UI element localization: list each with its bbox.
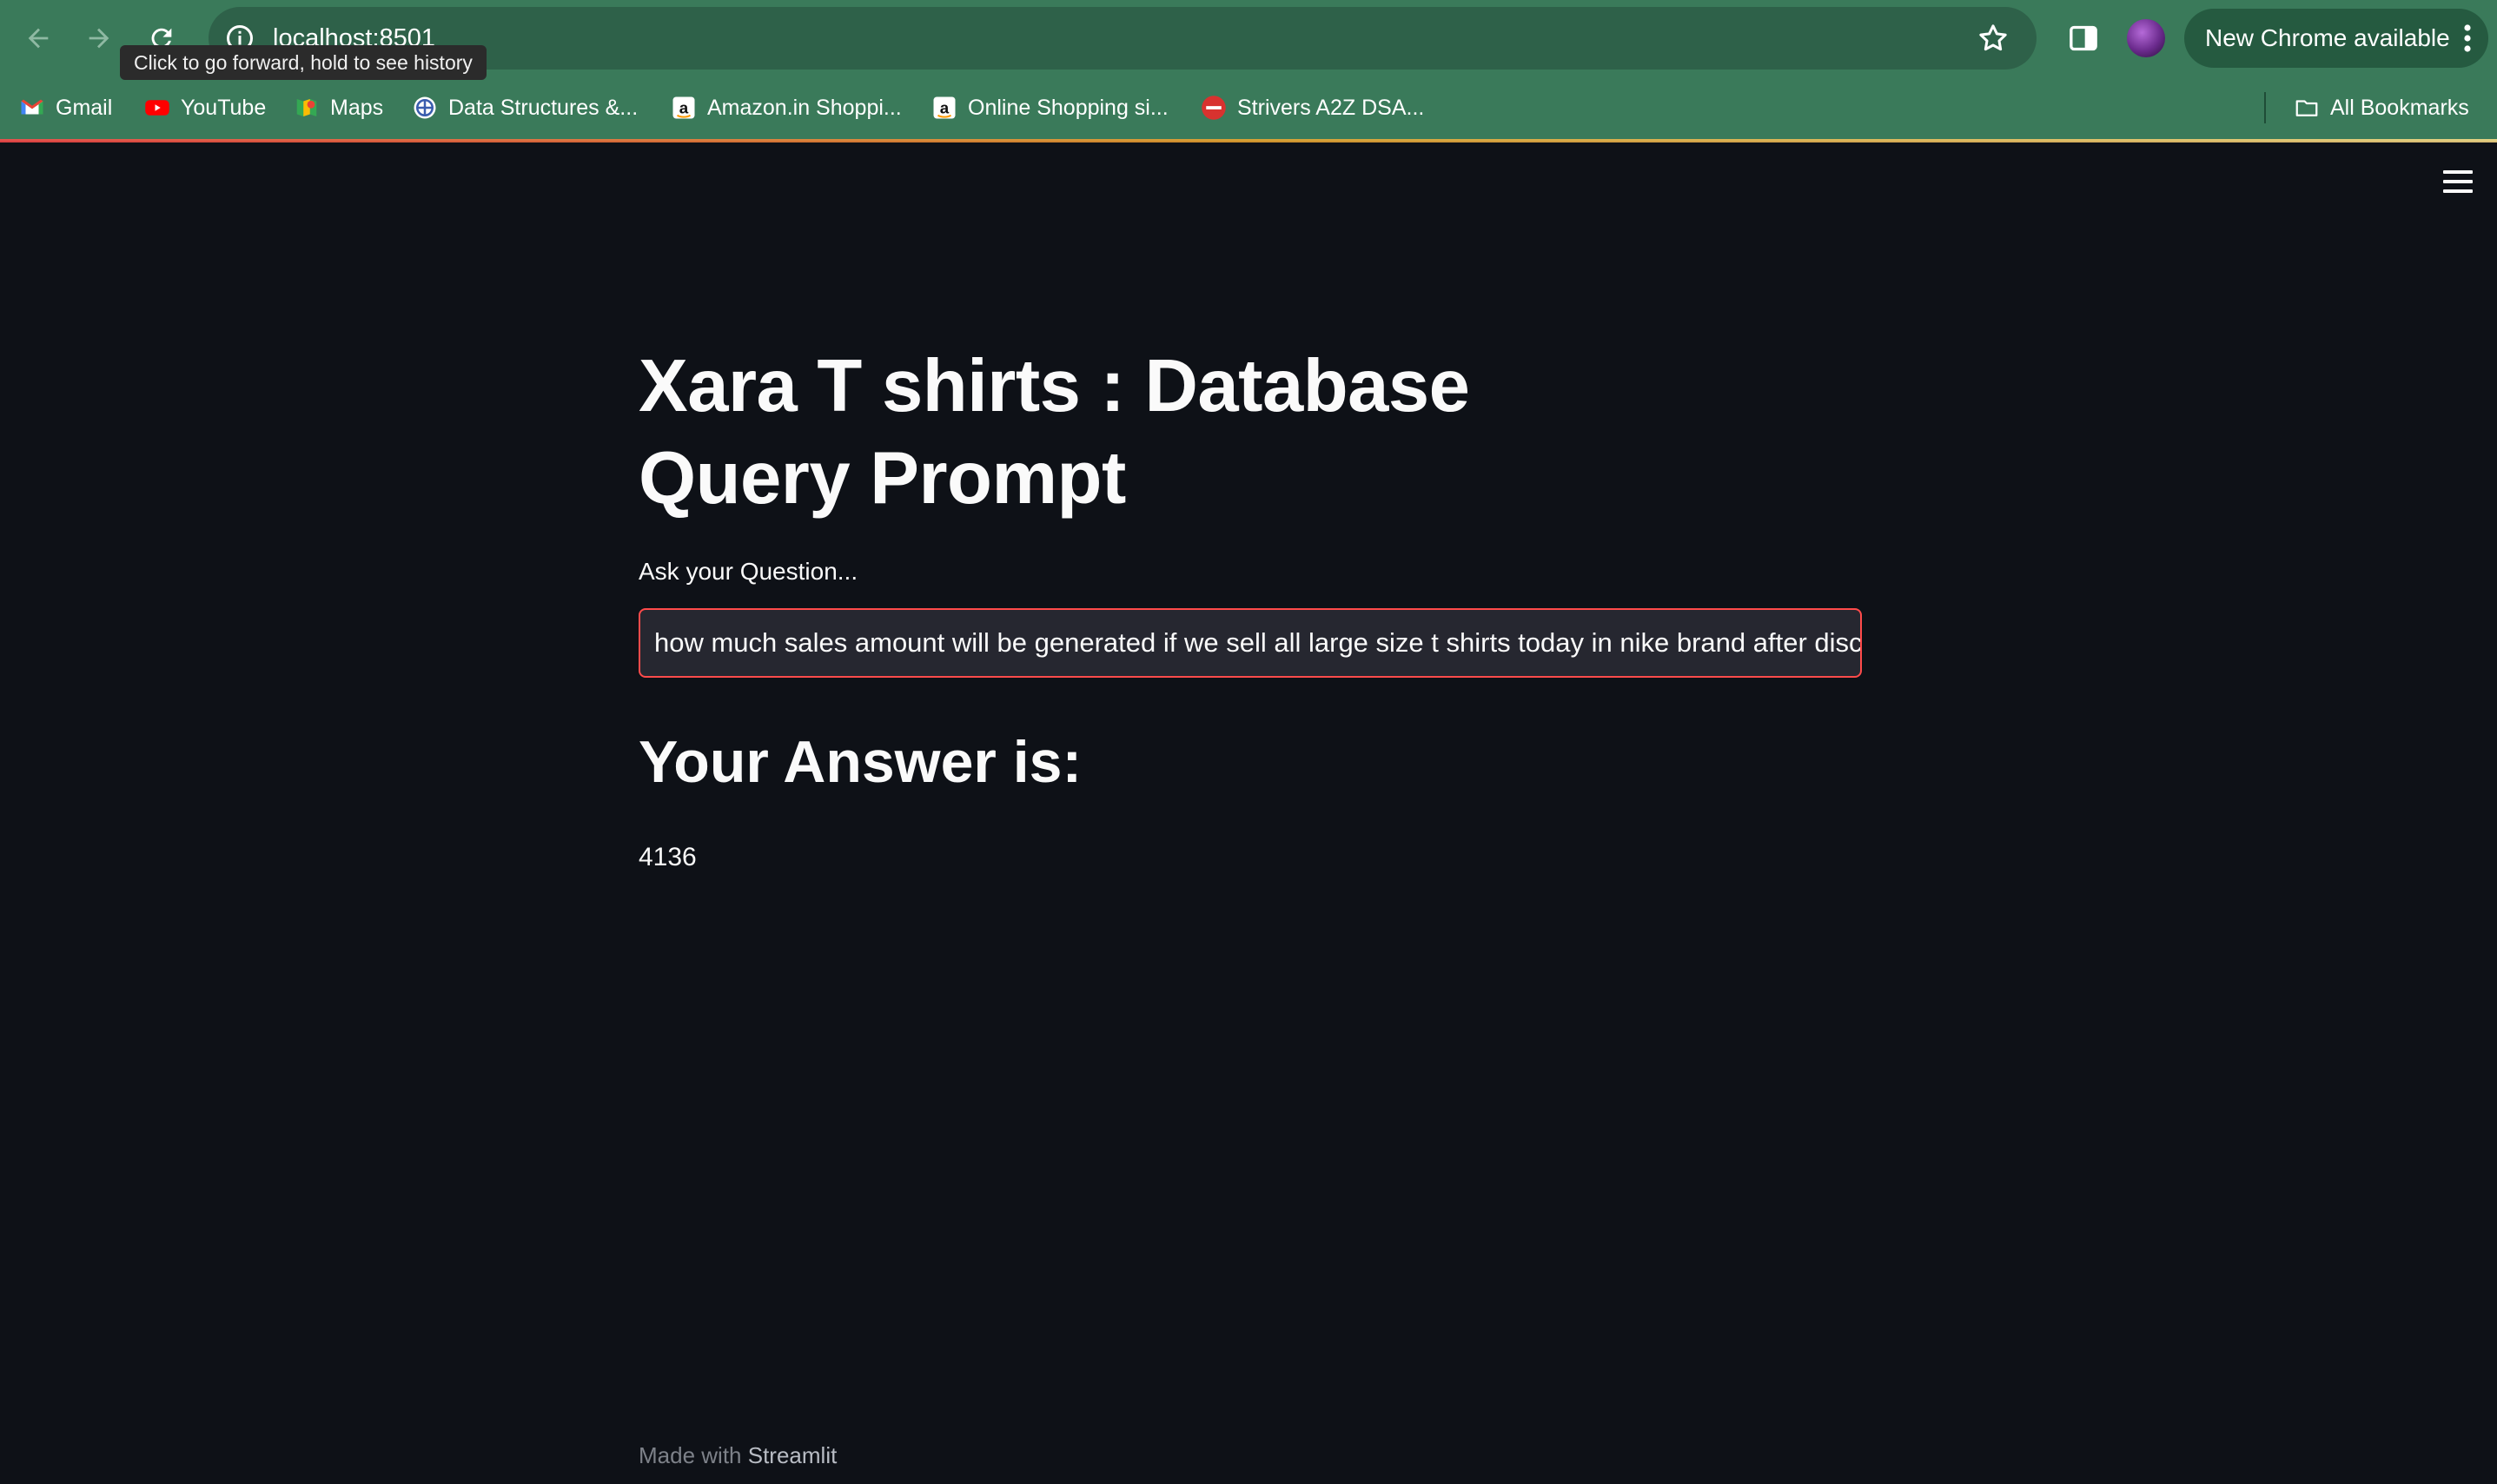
browser-toolbar: localhost:8501 Click to go forward, hold… [0,0,2497,80]
bookmarks-divider [2264,92,2266,123]
new-chrome-available-button[interactable]: New Chrome available [2184,9,2488,68]
streamlit-top-decoration [0,139,2497,142]
forward-button[interactable] [80,19,118,57]
bookmark-label: YouTube [181,95,267,120]
amazon-icon: a [672,96,695,119]
bookmark-amazon-in[interactable]: a Amazon.in Shoppi... [671,90,902,125]
bookmark-youtube[interactable]: YouTube [144,90,266,125]
page-title: Xara T shirts : Database Query Prompt [639,345,1470,520]
bookmark-label: Data Structures &... [448,95,639,120]
arrow-left-icon [28,28,49,49]
bookmark-data-structures[interactable]: Data Structures &... [412,90,638,125]
footer-prefix: Made with [639,1442,742,1468]
all-bookmarks-label: All Bookmarks [2330,95,2469,120]
all-bookmarks-button[interactable]: All Bookmarks [2294,90,2469,125]
bookmark-star-icon[interactable] [1976,21,2010,56]
main-menu-icon[interactable] [2443,170,2473,195]
globe-icon [414,96,436,119]
bookmark-strivers[interactable]: Strivers A2Z DSA... [1201,90,1424,125]
bookmark-gmail[interactable]: Gmail [19,90,112,125]
bookmark-label: Amazon.in Shoppi... [707,95,902,120]
bookmarks-bar: Gmail YouTube Maps Data Structures &... … [0,75,2497,141]
footer: Made with Streamlit [639,1442,837,1469]
svg-text:a: a [940,98,950,116]
tuf-icon [1202,96,1226,120]
forward-tooltip: Click to go forward, hold to see history [120,45,487,80]
amazon-icon: a [933,96,956,119]
gmail-icon [21,99,43,115]
bookmark-label: Gmail [56,95,113,120]
bookmark-maps[interactable]: Maps [294,90,383,125]
update-label: New Chrome available [2205,24,2450,51]
more-vert-icon[interactable] [2459,23,2476,54]
question-input[interactable]: how much sales amount will be generated … [639,608,1862,678]
answer-heading: Your Answer is: [639,729,1083,795]
streamlit-link[interactable]: Streamlit [748,1442,838,1468]
bookmark-label: Online Shopping si... [968,95,1169,120]
side-panel-icon[interactable] [2066,21,2101,56]
bookmark-label: Maps [330,95,384,120]
arrow-right-icon [89,28,109,49]
back-button[interactable] [19,19,57,57]
answer-value: 4136 [639,843,697,871]
question-label: Ask your Question... [639,558,858,585]
svg-text:a: a [679,98,689,116]
bookmark-label: Strivers A2Z DSA... [1237,95,1425,120]
youtube-icon [145,100,169,116]
profile-avatar[interactable] [2127,19,2165,57]
bookmark-online-shopping[interactable]: a Online Shopping si... [931,90,1169,125]
folder-icon [2295,100,2318,116]
maps-icon [296,99,317,116]
